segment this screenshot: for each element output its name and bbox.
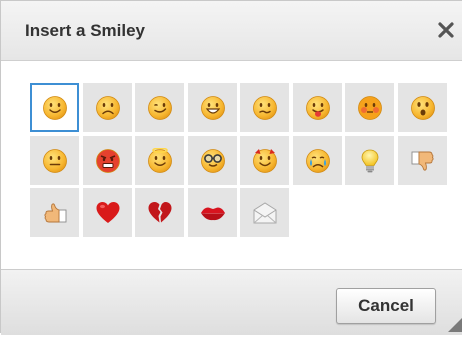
thumbs-up-icon <box>43 202 66 222</box>
smiley-thumbs-up[interactable] <box>30 188 79 237</box>
smiley-thumbs-down[interactable] <box>398 136 447 185</box>
smiley-cry-smile[interactable] <box>293 136 342 185</box>
heart-icon <box>96 201 119 223</box>
thumbs-down-icon <box>411 151 434 171</box>
tongue-icon <box>305 95 330 120</box>
neutral-icon <box>42 148 67 173</box>
smiley-heart[interactable] <box>83 188 132 237</box>
smiley-devil-smile[interactable] <box>240 136 289 185</box>
smiley-envelope[interactable] <box>240 188 289 237</box>
glasses-icon <box>200 148 225 173</box>
devil-icon <box>252 148 277 173</box>
resize-grip-icon[interactable] <box>448 318 462 332</box>
confused-icon <box>252 95 277 120</box>
cancel-button[interactable]: Cancel <box>336 288 436 324</box>
angry-icon <box>95 148 120 173</box>
lightbulb-icon <box>361 149 378 172</box>
smiley-lightbulb[interactable] <box>345 136 394 185</box>
surprised-icon <box>410 95 435 120</box>
smiley-teeth-smile[interactable] <box>188 83 237 132</box>
smile-icon <box>42 95 67 120</box>
smiley-whatchutalkingabout-smile[interactable] <box>30 136 79 185</box>
close-icon[interactable] <box>434 18 458 42</box>
smiley-broken-heart[interactable] <box>135 188 184 237</box>
cry-icon <box>305 148 330 173</box>
dialog-titlebar[interactable]: Insert a Smiley <box>1 1 462 61</box>
smiley-tongue-smile[interactable] <box>293 83 342 132</box>
lips-icon <box>200 207 225 220</box>
smiley-confused-smile[interactable] <box>240 83 289 132</box>
envelope-icon <box>253 201 276 223</box>
embarrassed-icon <box>357 95 382 120</box>
smiley-wink-smile[interactable] <box>135 83 184 132</box>
smiley-embarrassed-smile[interactable] <box>345 83 394 132</box>
smiley-angry-smile[interactable] <box>83 136 132 185</box>
smiley-shades-smile[interactable] <box>188 136 237 185</box>
smiley-angel-smile[interactable] <box>135 136 184 185</box>
smiley-omg-smile[interactable] <box>398 83 447 132</box>
broken-heart-icon <box>148 201 171 222</box>
teeth-icon <box>200 95 225 120</box>
angel-icon <box>147 147 172 173</box>
wink-icon <box>147 95 172 120</box>
insert-smiley-dialog: Insert a Smiley Cancel <box>0 0 462 335</box>
dialog-footer: Cancel <box>1 269 462 335</box>
smiley-sad-smile[interactable] <box>83 83 132 132</box>
dialog-title: Insert a Smiley <box>25 21 146 40</box>
smiley-kiss[interactable] <box>188 188 237 237</box>
dialog-content <box>1 61 462 269</box>
sad-icon <box>95 95 120 120</box>
smiley-regular-smile[interactable] <box>30 83 79 132</box>
